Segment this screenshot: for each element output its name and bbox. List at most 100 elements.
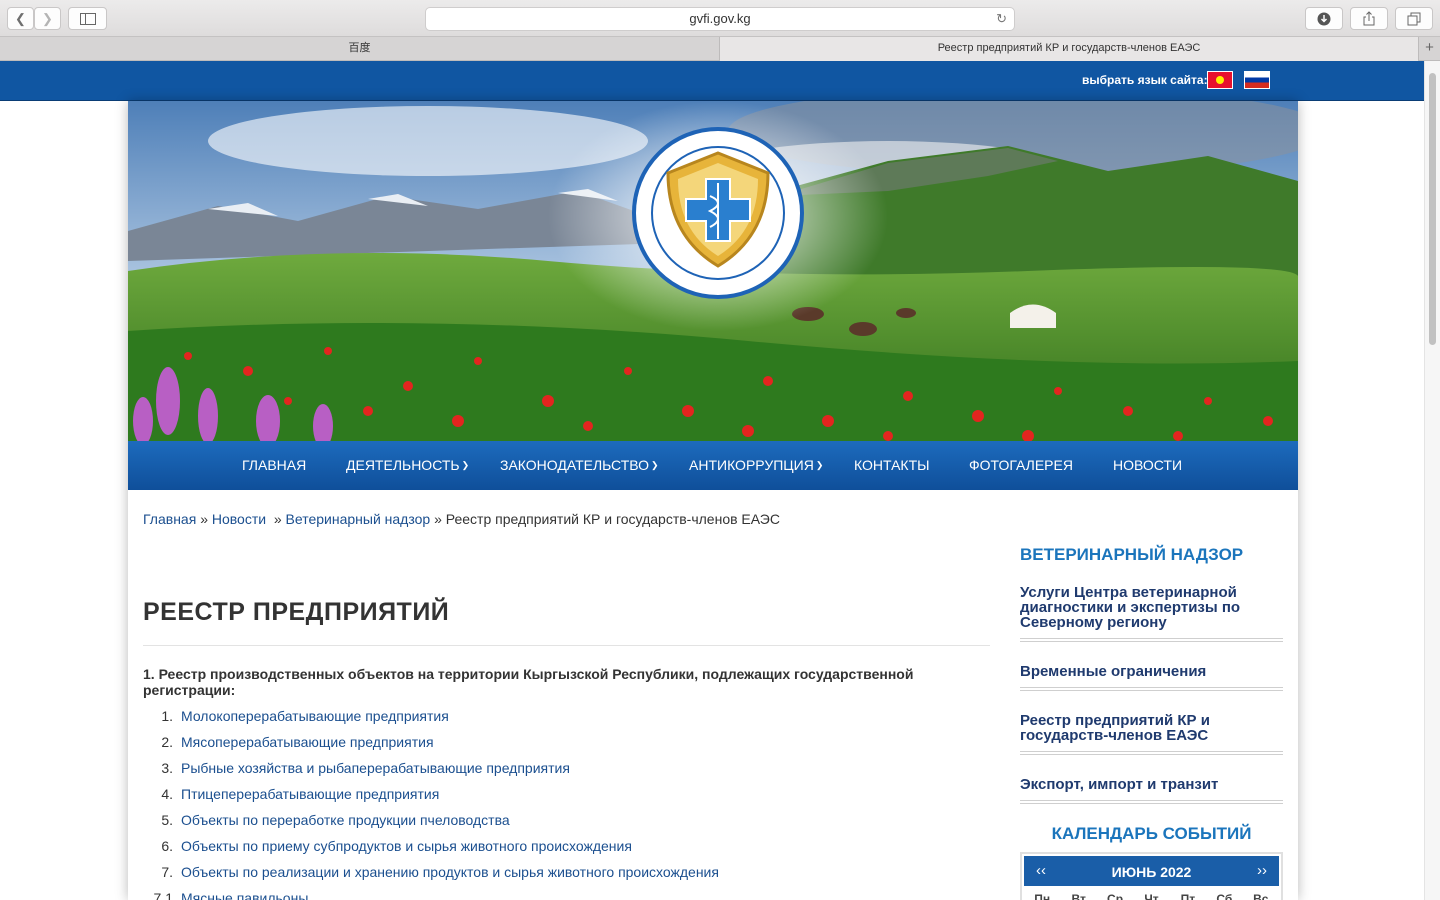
list-item: 7. Объекты по реализации и хранению проду…	[143, 862, 993, 888]
weekday-label: Пт	[1180, 892, 1196, 900]
calendar-next-button[interactable]: ››	[1257, 862, 1267, 879]
calendar-weekdays: Пн Вт Ср Чт Пт Сб Вс	[1024, 892, 1279, 900]
breadcrumb-separator: »	[273, 511, 282, 527]
reload-icon[interactable]: ↻	[996, 8, 1007, 30]
registry-link-beekeeping[interactable]: Объекты по переработке продукции пчелово…	[181, 812, 510, 828]
new-tab-button[interactable]: +	[1418, 37, 1440, 61]
nav-item-label: Законодательство	[500, 457, 650, 473]
nav-item-legislation[interactable]: Законодательство ❯	[500, 457, 659, 473]
nav-item-label: Фотогалерея	[969, 457, 1073, 473]
sidebar-toggle-button[interactable]	[68, 7, 107, 30]
sidebar-heading: Ветеринарный надзор	[1020, 545, 1244, 564]
list-item: 6. Объекты по приему субпродуктов и сырья…	[143, 836, 993, 862]
breadcrumb-news[interactable]: Новости	[212, 511, 266, 527]
main-navigation: Главная Деятельность ❯ Законодательство ❯ …	[128, 441, 1298, 490]
intro-text: 1. Реестр производственных объектов на т…	[143, 666, 914, 698]
list-item: 4. Птицеперерабатывающие предприятия	[143, 784, 993, 810]
flag-russian-icon[interactable]	[1244, 71, 1270, 89]
list-item: 3. Рыбные хозяйства и рыбаперерабатывающи…	[143, 758, 993, 784]
nav-item-label: Деятельность	[346, 457, 460, 473]
download-icon	[1317, 12, 1331, 26]
flag-kyrgyz-icon[interactable]	[1207, 71, 1233, 89]
nav-item-news[interactable]: Новости	[1113, 457, 1182, 473]
weekday-label: Вт	[1071, 892, 1086, 900]
nav-item-home[interactable]: Главная	[242, 457, 306, 473]
chevron-right-icon: ❯	[42, 11, 53, 26]
list-number: 5.	[161, 812, 173, 828]
share-button[interactable]	[1350, 7, 1388, 30]
tab-baidu[interactable]: 百度	[0, 37, 720, 61]
weekday-label: Ср	[1107, 892, 1124, 900]
sidebar-divider	[1020, 751, 1283, 755]
registry-link-meat-pavilions[interactable]: Мясные павильоны	[181, 890, 308, 900]
list-number: 7.1	[153, 890, 173, 900]
calendar-header: ‹‹ ИЮНЬ 2022 ››	[1024, 856, 1279, 886]
header-banner	[128, 101, 1298, 441]
tabs-icon	[1407, 12, 1421, 26]
sidebar-link-restrictions[interactable]: Временные ограничения	[1020, 664, 1283, 679]
nav-item-contacts[interactable]: Контакты	[854, 457, 930, 473]
list-item: 1. Молокоперерабатывающие предприятия	[143, 706, 993, 732]
list-item: 5. Объекты по переработке продукции пчело…	[143, 810, 993, 836]
sidebar-link-registry[interactable]: Реестр предприятий КР и государств-члено…	[1020, 713, 1283, 743]
list-item: 2. Мясоперерабатывающие предприятия	[143, 732, 993, 758]
weekday-label: Сб	[1216, 892, 1233, 900]
sidebar-icon	[79, 13, 96, 25]
list-number: 1.	[161, 708, 173, 724]
weekday-label: Вс	[1253, 892, 1269, 900]
browser-toolbar: ❮ ❯ gvfi.gov.kg ↻	[0, 0, 1440, 37]
url-text: gvfi.gov.kg	[689, 11, 751, 26]
breadcrumb-separator: »	[434, 511, 442, 527]
nav-item-label: Антикоррупция	[689, 457, 814, 473]
nav-item-gallery[interactable]: Фотогалерея	[969, 457, 1073, 473]
chevron-down-icon: ❯	[815, 460, 824, 470]
back-button[interactable]: ❮	[7, 7, 34, 30]
nav-item-label: Новости	[1113, 457, 1183, 473]
breadcrumb-separator: »	[200, 511, 208, 527]
registry-list: 1. Молокоперерабатывающие предприятия 2. М…	[143, 706, 993, 900]
sidebar-divider	[1020, 687, 1283, 691]
breadcrumb-section[interactable]: Ветеринарный надзор	[286, 511, 431, 527]
weekday-label: Чт	[1144, 892, 1159, 900]
registry-link-byproducts[interactable]: Объекты по приему субпродуктов и сырья ж…	[181, 838, 632, 854]
sidebar-divider	[1020, 800, 1283, 804]
registry-link-dairy[interactable]: Молокоперерабатывающие предприятия	[181, 708, 449, 724]
weekday-label: Пн	[1034, 892, 1051, 900]
address-bar[interactable]: gvfi.gov.kg ↻	[425, 7, 1015, 31]
registry-link-meat[interactable]: Мясоперерабатывающие предприятия	[181, 734, 434, 750]
tab-bar: 百度 Реестр предприятий КР и государств-чл…	[0, 37, 1440, 61]
list-number: 2.	[161, 734, 173, 750]
chevron-down-icon: ❯	[461, 460, 470, 470]
registry-link-fish[interactable]: Рыбные хозяйства и рыбаперерабатывающие …	[181, 760, 570, 776]
tab-registry[interactable]: Реестр предприятий КР и государств-члено…	[720, 37, 1418, 61]
downloads-button[interactable]	[1305, 7, 1343, 30]
chevron-down-icon: ❯	[651, 460, 659, 470]
registry-link-poultry[interactable]: Птицеперерабатывающие предприятия	[181, 786, 439, 802]
breadcrumb: Главная » Новости » Ветеринарный надзор …	[143, 511, 780, 527]
sidebar-divider	[1020, 638, 1283, 642]
breadcrumb-current: Реестр предприятий КР и государств-члено…	[445, 511, 780, 527]
nav-item-anticorruption[interactable]: Антикоррупция ❯	[689, 457, 823, 473]
list-number: 3.	[161, 760, 173, 776]
nav-item-activity[interactable]: Деятельность ❯	[346, 457, 469, 473]
list-item: 7.1 Мясные павильоны	[143, 888, 993, 900]
share-icon	[1363, 11, 1375, 26]
sidebar-link-diagnostics[interactable]: Услуги Центра ветеринарной диагностики и…	[1020, 585, 1283, 630]
language-label: выбрать язык сайта:	[1082, 73, 1208, 87]
calendar-heading: КАЛЕНДАРЬ СОБЫТИЙ	[1051, 824, 1252, 843]
calendar-month: ИЮНЬ 2022	[1111, 864, 1192, 880]
nav-item-label: Контакты	[854, 457, 930, 473]
tabs-overview-button[interactable]	[1395, 7, 1433, 30]
scrollbar-thumb[interactable]	[1429, 73, 1436, 345]
list-number: 4.	[161, 786, 173, 802]
registry-link-storage[interactable]: Объекты по реализации и хранению продукт…	[181, 864, 719, 880]
list-number: 7.	[161, 864, 173, 880]
list-number: 6.	[161, 838, 173, 854]
site-top-bar: выбрать язык сайта:	[0, 61, 1424, 101]
sidebar-link-export[interactable]: Экспорт, импорт и транзит	[1020, 777, 1283, 792]
title-divider	[143, 645, 990, 646]
page-scrollbar[interactable]	[1424, 61, 1440, 900]
landscape-image	[128, 101, 1298, 441]
forward-button[interactable]: ❯	[34, 7, 61, 30]
breadcrumb-home[interactable]: Главная	[143, 511, 196, 527]
